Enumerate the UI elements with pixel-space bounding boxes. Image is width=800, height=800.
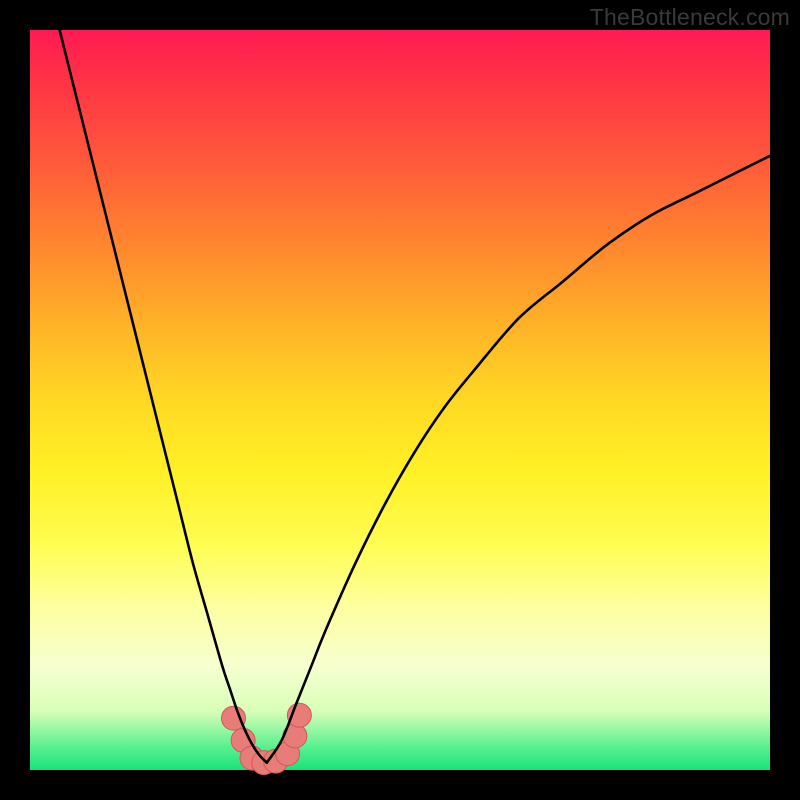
curve-right-branch [267,156,770,763]
curve-left-branch [60,30,267,763]
sweet-spot-marker [222,706,246,730]
plot-area [30,30,770,770]
watermark-text: TheBottleneck.com [590,4,790,31]
sweet-spot-markers [222,703,312,774]
curve-layer [30,30,770,770]
chart-frame: TheBottleneck.com [0,0,800,800]
